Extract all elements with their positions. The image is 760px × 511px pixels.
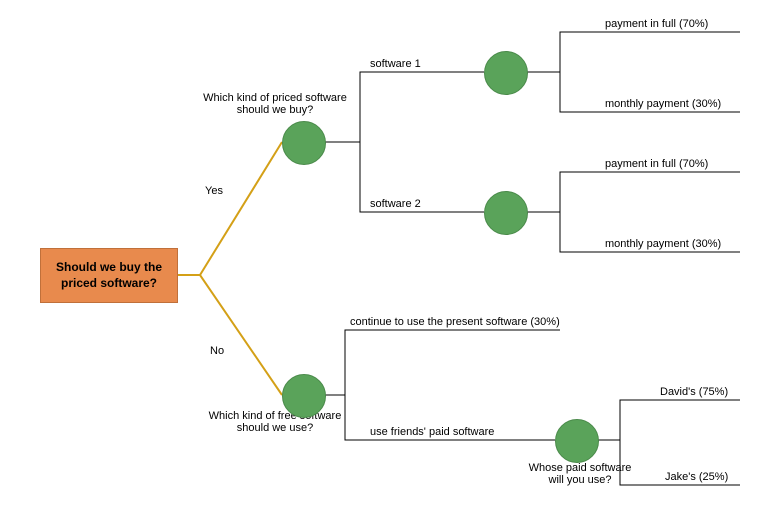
root-decision: Should we buy the priced software? — [40, 248, 178, 303]
friends-leaf1: David's (75%) — [660, 386, 728, 398]
no-node — [282, 374, 326, 418]
decision-tree: Should we buy the priced software? Yes N… — [0, 0, 760, 511]
friends-label: use friends' paid software — [370, 426, 494, 438]
edge-no: No — [210, 345, 224, 357]
root-text: Should we buy the priced software? — [45, 260, 173, 291]
sw2-label: software 2 — [370, 198, 421, 210]
friends-node — [555, 419, 599, 463]
yes-question: Which kind of priced software should we … — [200, 92, 350, 116]
no-question: Which kind of free software should we us… — [200, 410, 350, 434]
sw2-node — [484, 191, 528, 235]
sw1-node — [484, 51, 528, 95]
sw1-leaf1: payment in full (70%) — [605, 18, 708, 30]
sw1-label: software 1 — [370, 58, 421, 70]
edge-yes: Yes — [205, 185, 223, 197]
yes-node — [282, 121, 326, 165]
sw2-leaf1: payment in full (70%) — [605, 158, 708, 170]
friends-leaf2: Jake's (25%) — [665, 471, 728, 483]
friends-question: Whose paid software will you use? — [520, 462, 640, 486]
continue-leaf: continue to use the present software (30… — [350, 316, 560, 328]
sw1-leaf2: monthly payment (30%) — [605, 98, 721, 110]
sw2-leaf2: monthly payment (30%) — [605, 238, 721, 250]
